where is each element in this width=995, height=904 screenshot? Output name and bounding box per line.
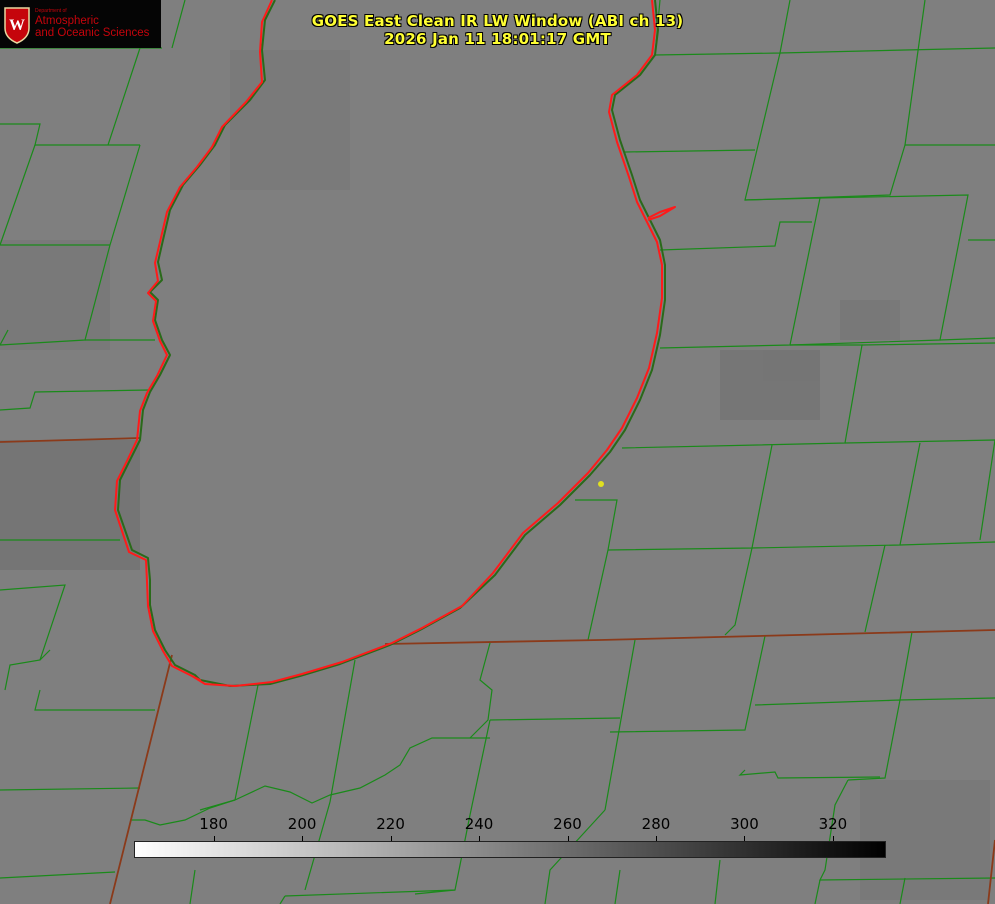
colorbar-tick-mark (390, 836, 392, 841)
cloud-texture (0, 50, 990, 900)
colorbar-tick-label: 260 (553, 815, 582, 833)
colorbar-tick-label: 320 (818, 815, 848, 833)
image-title: GOES East Clean IR LW Window (ABI ch 13) (311, 12, 684, 30)
colorbar-tick-mark (302, 836, 304, 841)
lake-shoreline (114, 0, 676, 687)
colorbar-tick-label: 240 (464, 815, 494, 833)
colorbar-tick-mark (744, 836, 746, 841)
colorbar-tick-mark (655, 836, 657, 841)
colorbar-tick-label: 220 (376, 815, 405, 833)
colorbar-tick-label: 300 (730, 815, 759, 833)
location-marker (598, 481, 604, 487)
colorbar-tick-mark (479, 836, 481, 841)
colorbar-tick-mark (567, 836, 569, 841)
colorbar-tick-label: 200 (287, 815, 317, 833)
colorbar-tick-mark (832, 836, 834, 841)
colorbar-tick-label: 180 (199, 815, 228, 833)
county-lines (0, 0, 995, 904)
colorbar-tick-mark (213, 836, 215, 841)
state-lines (0, 437, 995, 904)
colorbar-gradient (134, 841, 886, 858)
image-timestamp: 2026 Jan 11 18:01:17 GMT (384, 30, 611, 48)
satellite-map (0, 0, 995, 904)
colorbar-tick-label: 280 (641, 815, 671, 833)
